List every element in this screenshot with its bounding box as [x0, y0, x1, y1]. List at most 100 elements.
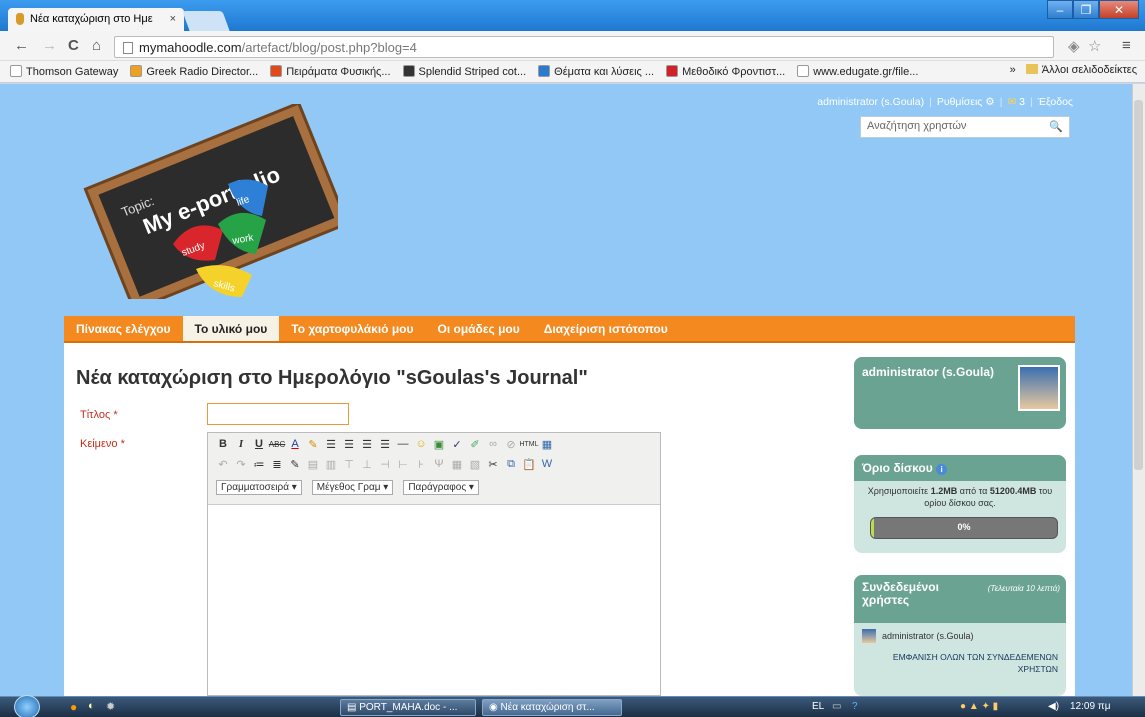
font-size-select[interactable]: Μέγεθος Γραμ ▾ — [311, 480, 394, 495]
language-indicator[interactable]: EL — [812, 701, 824, 712]
bookmark-item[interactable]: Splendid Striped cot... — [402, 65, 527, 78]
close-window-icon[interactable]: ✕ — [1099, 0, 1139, 19]
numbered-list-icon[interactable]: ≣ — [270, 457, 284, 471]
table-props-icon[interactable]: ▥ — [324, 457, 338, 471]
menu-icon[interactable]: ≡ — [1122, 37, 1131, 54]
font-family-select[interactable]: Γραμματοσειρά ▾ — [216, 480, 302, 495]
nav-item[interactable]: Διαχείριση ιστότοπου — [532, 316, 680, 341]
nav-item[interactable]: Το χαρτοφυλάκιό μου — [279, 316, 425, 341]
nav-item[interactable]: Πίνακας ελέγχου — [64, 316, 183, 341]
extension-icon[interactable]: ◈ — [1068, 37, 1080, 55]
fullscreen-icon[interactable]: ▦ — [540, 437, 554, 451]
italic-icon[interactable]: I — [234, 437, 248, 451]
inbox-count[interactable]: 3 — [1019, 96, 1025, 108]
highlight-icon[interactable]: ✎ — [306, 437, 320, 451]
avatar[interactable] — [1018, 365, 1060, 411]
format-select[interactable]: Παράγραφος ▾ — [403, 480, 479, 495]
nav-item[interactable]: Το υλικό μου — [182, 316, 280, 341]
show-all-online-link[interactable]: ΕΜΦΑΝΙΣΗ ΟΛΩΝ ΤΩΝ ΣΥΝΔΕΔΕΜΕΝΩΝ ΧΡΗΣΤΩΝ — [854, 649, 1066, 677]
new-tab-button[interactable] — [182, 11, 230, 31]
bold-icon[interactable]: B — [216, 437, 230, 451]
bookmark-item[interactable]: Μεθοδικό Φροντιστ... — [666, 65, 785, 78]
bookmarks-more-icon[interactable]: » — [1010, 64, 1016, 76]
tab-close-icon[interactable]: × — [170, 13, 176, 25]
bookmark-item[interactable]: Πειράματα Φυσικής... — [270, 65, 391, 78]
font-color-icon[interactable]: A — [288, 437, 302, 451]
home-icon[interactable]: ⌂ — [92, 37, 101, 54]
table-icon[interactable]: ▤ — [306, 457, 320, 471]
redo-icon[interactable]: ↷ — [234, 457, 248, 471]
row-before-icon[interactable]: ⊤ — [342, 457, 356, 471]
back-icon[interactable]: ← — [14, 37, 29, 54]
start-button[interactable] — [14, 695, 40, 717]
rich-text-editor[interactable]: B I U ABC A ✎ ☰ ☰ ☰ ☰ — ☺ ▣ ✓ ✐ ∞ ⊘ HTML… — [207, 432, 661, 696]
tray-icons[interactable]: ● ▲ ✦ ▮ — [960, 701, 998, 712]
col-before-icon[interactable]: ⊢ — [396, 457, 410, 471]
logout-link[interactable]: Έξοδος — [1038, 96, 1073, 108]
merge-cells-icon[interactable]: ▦ — [450, 457, 464, 471]
emoticon-icon[interactable]: ☺ — [414, 437, 428, 451]
page-title: Νέα καταχώριση στο Ημερολόγιο "sGoulas's… — [76, 367, 588, 389]
bookmark-item[interactable]: Θέματα και λύσεις ... — [538, 65, 654, 78]
cleanup-icon[interactable]: ✐ — [468, 437, 482, 451]
quicklaunch-icon[interactable]: ● — [70, 700, 77, 714]
html-source-icon[interactable]: HTML — [519, 437, 538, 451]
gear-icon[interactable]: ⚙ — [985, 96, 994, 108]
search-icon[interactable]: 🔍 — [1049, 120, 1063, 133]
split-cells-icon[interactable]: ▧ — [468, 457, 482, 471]
quicklaunch-icon[interactable]: ✹ — [106, 700, 115, 713]
keyboard-icon[interactable]: ▭ — [832, 701, 841, 712]
address-bar[interactable]: mymahoodle.com/artefact/blog/post.php?bl… — [114, 36, 1054, 58]
undo-icon[interactable]: ↶ — [216, 457, 230, 471]
minimize-icon[interactable]: – — [1047, 0, 1073, 19]
reload-icon[interactable]: C — [68, 37, 79, 54]
copy-icon[interactable]: ⧉ — [504, 457, 518, 471]
nav-item[interactable]: Οι ομάδες μου — [425, 316, 531, 341]
font-family-value: Γραμματοσειρά — [221, 482, 289, 493]
bookmark-item[interactable]: Greek Radio Director... — [130, 65, 258, 78]
cut-icon[interactable]: ✂ — [486, 457, 500, 471]
bullet-list-icon[interactable]: ≔ — [252, 457, 266, 471]
info-icon[interactable]: i — [936, 464, 948, 475]
forward-icon[interactable]: → — [42, 37, 57, 54]
underline-icon[interactable]: U — [252, 437, 266, 451]
help-icon[interactable]: ? — [852, 701, 858, 712]
strikethrough-icon[interactable]: ABC — [269, 437, 285, 451]
title-input[interactable] — [207, 403, 349, 425]
paste-icon[interactable]: 📋 — [522, 457, 536, 471]
user-link[interactable]: administrator (s.Goula) — [817, 96, 924, 108]
online-user-row[interactable]: administrator (s.Goula) — [854, 623, 1066, 649]
image-icon[interactable]: ▣ — [432, 437, 446, 451]
paste-word-icon[interactable]: W — [540, 457, 554, 471]
user-search-input[interactable]: Αναζήτηση χρηστών 🔍 — [860, 116, 1070, 138]
quicklaunch-icon[interactable]: ◐ — [88, 700, 95, 712]
volume-icon[interactable]: ◀) — [1048, 701, 1059, 712]
align-center-icon[interactable]: ☰ — [342, 437, 356, 451]
bookmark-item[interactable]: Thomson Gateway — [10, 65, 118, 78]
other-bookmarks[interactable]: » Άλλοι σελιδοδείκτες — [1010, 64, 1137, 76]
inbox-icon[interactable]: ✉ — [1007, 96, 1016, 108]
bookmark-star-icon[interactable]: ☆ — [1088, 37, 1101, 55]
browser-tab[interactable]: Νέα καταχώριση στο Ημε × — [8, 8, 184, 31]
align-right-icon[interactable]: ☰ — [360, 437, 374, 451]
delete-row-icon[interactable]: ⊣ — [378, 457, 392, 471]
col-after-icon[interactable]: ⊦ — [414, 457, 428, 471]
bookmark-icon — [797, 65, 810, 77]
bookmark-item[interactable]: www.edugate.gr/file... — [797, 65, 918, 78]
settings-link[interactable]: Ρυθμίσεις — [937, 96, 983, 108]
spellcheck-icon[interactable]: ✓ — [450, 437, 464, 451]
edit-icon[interactable]: ✎ — [288, 457, 302, 471]
scrollbar-thumb[interactable] — [1134, 100, 1143, 470]
align-justify-icon[interactable]: ☰ — [378, 437, 392, 451]
horizontal-rule-icon[interactable]: — — [396, 437, 410, 451]
taskbar-word-doc[interactable]: ▤ PORT_MAHA.doc - ... — [340, 699, 476, 716]
unlink-icon[interactable]: ⊘ — [504, 437, 518, 451]
online-user-name[interactable]: administrator (s.Goula) — [882, 631, 974, 641]
row-after-icon[interactable]: ⊥ — [360, 457, 374, 471]
link-icon[interactable]: ∞ — [486, 437, 500, 451]
bookmark-label: Splendid Striped cot... — [418, 66, 527, 78]
delete-col-icon[interactable]: Ψ — [432, 457, 446, 471]
maximize-icon[interactable]: ❐ — [1073, 0, 1099, 19]
taskbar-chrome[interactable]: ◉ Νέα καταχώριση στ... — [482, 699, 622, 716]
align-left-icon[interactable]: ☰ — [324, 437, 338, 451]
